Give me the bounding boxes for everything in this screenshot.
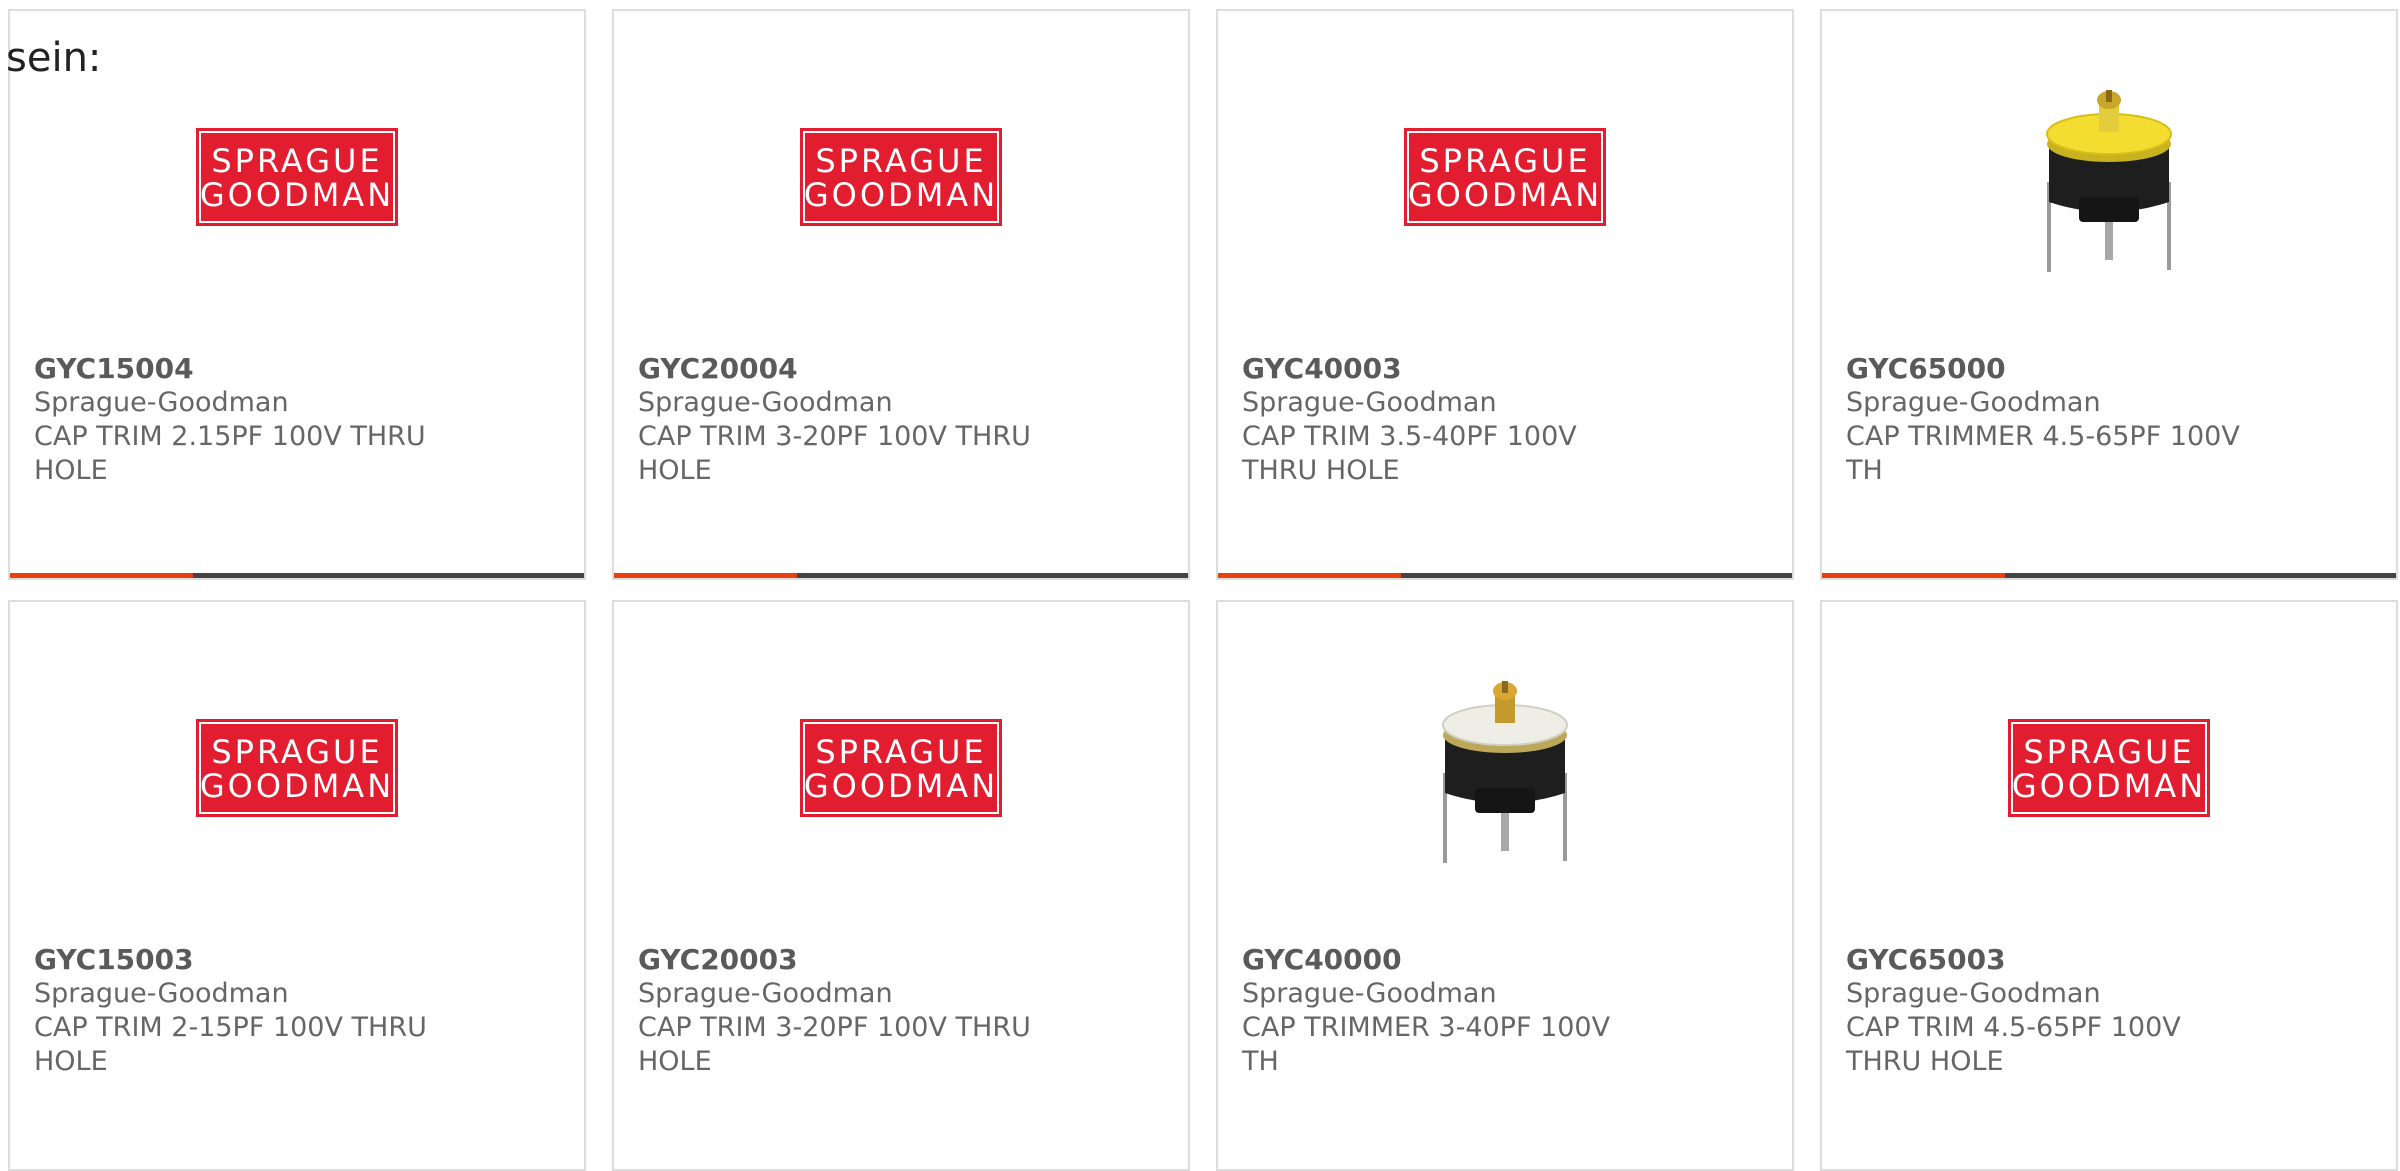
- product-info: GYC15004 Sprague-Goodman CAP TRIM 2.15PF…: [34, 352, 560, 488]
- part-number-link[interactable]: GYC20003: [638, 943, 1164, 977]
- part-number-link[interactable]: GYC40003: [1242, 352, 1768, 386]
- product-image[interactable]: [1395, 658, 1615, 878]
- product-image[interactable]: SPRAGUE GOODMAN: [791, 67, 1011, 287]
- manufacturer-name: Sprague-Goodman: [1846, 978, 2101, 1009]
- progress-bar: [10, 573, 584, 578]
- progress-bar-fill: [1218, 573, 1401, 578]
- product-card[interactable]: SPRAGUE GOODMAN GYC15003 Sprague-Goodman …: [8, 600, 586, 1171]
- product-card[interactable]: SPRAGUE GOODMAN GYC65003 Sprague-Goodman …: [1820, 600, 2398, 1171]
- sprague-goodman-logo: SPRAGUEGOODMAN: [196, 719, 398, 817]
- progress-bar-fill: [10, 573, 193, 578]
- intro-text: sein:: [6, 35, 102, 81]
- product-grid: SPRAGUE GOODMAN GYC15004 Sprague-Goodman …: [8, 9, 2398, 1171]
- manufacturer-name: Sprague-Goodman: [1242, 978, 1497, 1009]
- svg-text:SPRAGUE: SPRAGUE: [211, 733, 382, 771]
- svg-text:GOODMAN: GOODMAN: [1408, 176, 1602, 214]
- product-image[interactable]: [1999, 67, 2219, 287]
- product-description: CAP TRIMMER 4.5-65PF 100V TH: [1846, 421, 2240, 486]
- product-description: CAP TRIM 3.5-40PF 100V THRU HOLE: [1242, 421, 1577, 486]
- part-number-link[interactable]: GYC65003: [1846, 943, 2372, 977]
- product-card[interactable]: SPRAGUE GOODMAN GYC20004 Sprague-Goodman …: [612, 9, 1190, 580]
- svg-text:SPRAGUE: SPRAGUE: [1419, 142, 1590, 180]
- progress-bar-fill: [1822, 573, 2005, 578]
- manufacturer-name: Sprague-Goodman: [1846, 387, 2101, 418]
- product-card[interactable]: GYC40000 Sprague-Goodman CAP TRIMMER 3-4…: [1216, 600, 1794, 1171]
- progress-bar: [1218, 573, 1792, 578]
- part-number-link[interactable]: GYC40000: [1242, 943, 1768, 977]
- progress-bar: [614, 573, 1188, 578]
- manufacturer-name: Sprague-Goodman: [34, 387, 289, 418]
- yellow-trimmer-capacitor-image: [2046, 90, 2172, 272]
- svg-text:GOODMAN: GOODMAN: [2012, 767, 2206, 805]
- sprague-goodman-logo: SPRAGUEGOODMAN: [800, 128, 1002, 226]
- product-info: GYC40003 Sprague-Goodman CAP TRIM 3.5-40…: [1242, 352, 1768, 488]
- product-image[interactable]: SPRAGUE GOODMAN: [1999, 658, 2219, 878]
- product-image[interactable]: SPRAGUE GOODMAN: [791, 658, 1011, 878]
- svg-text:GOODMAN: GOODMAN: [804, 176, 998, 214]
- svg-text:SPRAGUE: SPRAGUE: [815, 733, 986, 771]
- product-info: GYC20003 Sprague-Goodman CAP TRIM 3-20PF…: [638, 943, 1164, 1079]
- svg-text:SPRAGUE: SPRAGUE: [211, 142, 382, 180]
- product-card[interactable]: SPRAGUE GOODMAN GYC20003 Sprague-Goodman …: [612, 600, 1190, 1171]
- product-info: GYC20004 Sprague-Goodman CAP TRIM 3-20PF…: [638, 352, 1164, 488]
- part-number-link[interactable]: GYC20004: [638, 352, 1164, 386]
- product-description: CAP TRIMMER 3-40PF 100V TH: [1242, 1012, 1611, 1077]
- part-number-link[interactable]: GYC15003: [34, 943, 560, 977]
- product-info: GYC40000 Sprague-Goodman CAP TRIMMER 3-4…: [1242, 943, 1768, 1079]
- product-description: CAP TRIM 2-15PF 100V THRU HOLE: [34, 1012, 427, 1077]
- sprague-goodman-logo: SPRAGUEGOODMAN: [2008, 719, 2210, 817]
- product-card[interactable]: GYC65000 Sprague-Goodman CAP TRIMMER 4.5…: [1820, 9, 2398, 580]
- part-number-link[interactable]: GYC65000: [1846, 352, 2372, 386]
- product-description: CAP TRIM 3-20PF 100V THRU HOLE: [638, 1012, 1031, 1077]
- sprague-goodman-logo: SPRAGUEGOODMAN: [196, 128, 398, 226]
- product-info: GYC65000 Sprague-Goodman CAP TRIMMER 4.5…: [1846, 352, 2372, 488]
- svg-text:GOODMAN: GOODMAN: [200, 767, 394, 805]
- manufacturer-name: Sprague-Goodman: [34, 978, 289, 1009]
- svg-text:SPRAGUE: SPRAGUE: [2023, 733, 2194, 771]
- svg-text:GOODMAN: GOODMAN: [200, 176, 394, 214]
- manufacturer-name: Sprague-Goodman: [638, 978, 893, 1009]
- product-image[interactable]: SPRAGUE GOODMAN: [1395, 67, 1615, 287]
- sprague-goodman-logo: SPRAGUEGOODMAN: [1404, 128, 1606, 226]
- product-description: CAP TRIM 2.15PF 100V THRU HOLE: [34, 421, 426, 486]
- product-info: GYC15003 Sprague-Goodman CAP TRIM 2-15PF…: [34, 943, 560, 1079]
- product-image[interactable]: SPRAGUE GOODMAN: [187, 658, 407, 878]
- product-card[interactable]: SPRAGUE GOODMAN GYC15004 Sprague-Goodman …: [8, 9, 586, 580]
- product-info: GYC65003 Sprague-Goodman CAP TRIM 4.5-65…: [1846, 943, 2372, 1079]
- svg-text:SPRAGUE: SPRAGUE: [815, 142, 986, 180]
- progress-bar: [1822, 573, 2396, 578]
- part-number-link[interactable]: GYC15004: [34, 352, 560, 386]
- product-description: CAP TRIM 3-20PF 100V THRU HOLE: [638, 421, 1031, 486]
- svg-text:GOODMAN: GOODMAN: [804, 767, 998, 805]
- white-trimmer-capacitor-image: [1442, 681, 1568, 863]
- manufacturer-name: Sprague-Goodman: [1242, 387, 1497, 418]
- product-description: CAP TRIM 4.5-65PF 100V THRU HOLE: [1846, 1012, 2181, 1077]
- product-image[interactable]: SPRAGUE GOODMAN: [187, 67, 407, 287]
- product-card[interactable]: SPRAGUE GOODMAN GYC40003 Sprague-Goodman …: [1216, 9, 1794, 580]
- sprague-goodman-logo: SPRAGUEGOODMAN: [800, 719, 1002, 817]
- progress-bar-fill: [614, 573, 797, 578]
- manufacturer-name: Sprague-Goodman: [638, 387, 893, 418]
